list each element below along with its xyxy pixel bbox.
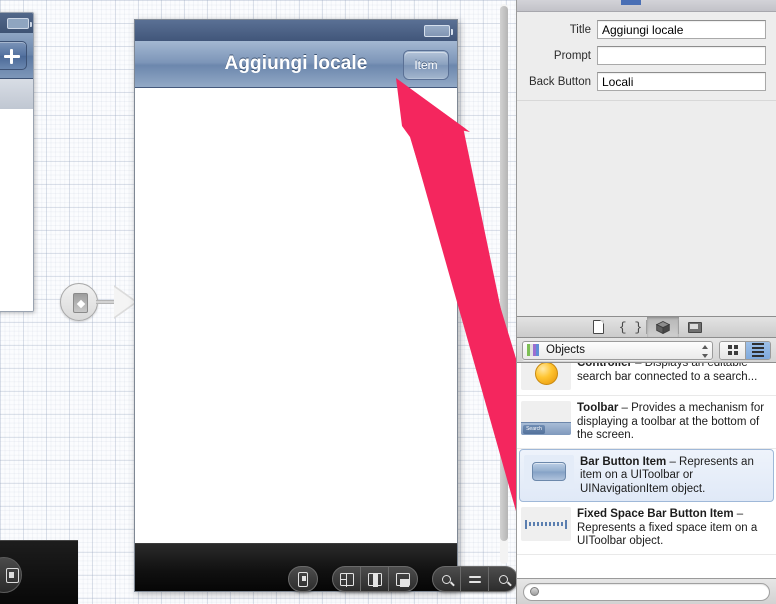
canvas-scrollbar-thumb[interactable]	[500, 6, 508, 541]
list-item-title: Controller	[577, 363, 632, 369]
list-item-dash: –	[631, 363, 645, 369]
magnifier-icon	[530, 587, 539, 596]
navigation-bar-title: Aggiungi locale	[224, 53, 368, 74]
film-icon	[687, 321, 702, 333]
code-snippet-library-tab[interactable]: { }	[615, 317, 647, 337]
view-controller-icon	[73, 293, 88, 313]
add-button[interactable]	[0, 41, 27, 70]
view-controller-scene[interactable]: Aggiungi locale Item	[134, 19, 458, 592]
toolbar-icon	[521, 401, 571, 435]
list-item[interactable]: Fixed Space Bar Button Item – Represents…	[517, 502, 776, 555]
list-item-title: Toolbar	[577, 402, 619, 414]
list-item[interactable]: Bar Button Item – Represents an item on …	[519, 448, 774, 502]
view-controller-content-view[interactable]	[135, 88, 457, 543]
media-library-tab[interactable]	[677, 317, 711, 337]
segue-source-circle[interactable]	[60, 283, 98, 321]
device-orientation-group[interactable]	[288, 566, 318, 592]
list-item-text: Bar Button Item – Represents an item on …	[580, 455, 767, 497]
list-item-description: Represents a fixed space item on a UIToo…	[577, 521, 758, 548]
list-item-title: Bar Button Item	[580, 455, 667, 468]
simulated-status-bar	[135, 20, 457, 41]
split-view-group[interactable]	[332, 566, 418, 592]
inspector-selected-tab-marker	[621, 0, 641, 5]
library-category-label: Objects	[546, 344, 585, 356]
braces-icon: { }	[618, 319, 643, 335]
list-item-text: Toolbar – Provides a mechanism for displ…	[577, 401, 770, 443]
list-item-text: Controller – Displays an editable search…	[577, 363, 770, 384]
list-view-icon[interactable]	[745, 341, 770, 359]
library-search-field[interactable]	[523, 582, 770, 601]
inspector-label-back-button: Back Button	[528, 75, 591, 88]
object-library-tab[interactable]	[645, 317, 679, 337]
grid-view-icon[interactable]	[720, 341, 745, 359]
document-icon	[593, 320, 604, 334]
objects-swatch-icon	[527, 344, 541, 356]
cube-icon	[655, 320, 670, 334]
library-chooser-bar[interactable]: Objects	[517, 338, 776, 363]
attributes-inspector[interactable]: Title Prompt Back Button	[517, 12, 776, 98]
zoom-actual-size-icon[interactable]	[461, 567, 489, 591]
library-category-select[interactable]: Objects	[522, 340, 713, 360]
battery-icon	[7, 18, 32, 29]
dark-bottom-strip	[0, 540, 78, 604]
list-item-text: Fixed Space Bar Button Item – Represents…	[577, 507, 770, 549]
segue-line	[96, 300, 116, 304]
zoom-group[interactable]	[432, 566, 516, 592]
list-item-dash: –	[618, 402, 632, 414]
split-view-right-icon[interactable]	[389, 567, 417, 591]
partial-scene-band	[0, 79, 33, 109]
file-template-library-tab[interactable]	[583, 317, 615, 337]
partial-scene-left[interactable]	[0, 12, 34, 312]
utilities-area[interactable]: Title Prompt Back Button { }	[516, 0, 776, 604]
bar-button-item-icon	[524, 454, 574, 489]
fixed-space-icon	[521, 507, 571, 541]
list-item-dash: –	[666, 455, 680, 468]
split-view-center-icon[interactable]	[361, 567, 389, 591]
list-item[interactable]: Toolbar – Provides a mechanism for displ…	[517, 396, 776, 449]
library-view-toggle[interactable]	[719, 340, 771, 360]
library-object-list[interactable]: Controller – Displays an editable search…	[517, 363, 776, 578]
speaker-icon[interactable]	[0, 557, 22, 593]
list-item-title: Fixed Space Bar Button Item	[577, 508, 734, 520]
battery-icon	[424, 25, 453, 37]
inspector-header	[517, 0, 776, 12]
sphere-icon	[521, 363, 571, 390]
chevron-updown-icon	[701, 344, 708, 358]
device-orientation-icon[interactable]	[289, 567, 317, 591]
zoom-in-icon[interactable]	[489, 567, 516, 591]
partial-scene-status-bar	[0, 13, 33, 33]
inspector-label-prompt: Prompt	[553, 49, 591, 62]
zoom-out-icon[interactable]	[433, 567, 461, 591]
inspector-field-back-button[interactable]: Back Button	[517, 72, 766, 91]
canvas-vertical-scrollbar[interactable]	[500, 4, 508, 564]
storyboard-canvas[interactable]: Aggiungi locale Item	[0, 0, 516, 604]
navigation-bar[interactable]: Aggiungi locale Item	[135, 41, 457, 88]
list-item-dash: –	[733, 508, 744, 520]
library-search-bar[interactable]	[517, 578, 776, 604]
list-item[interactable]: Controller – Displays an editable search…	[517, 363, 776, 396]
library-tab-bar[interactable]: { }	[517, 316, 776, 338]
inspector-field-prompt[interactable]: Prompt	[517, 46, 766, 65]
partial-scene-body	[0, 109, 33, 311]
split-view-left-icon[interactable]	[333, 567, 361, 591]
prompt-input[interactable]	[597, 46, 766, 65]
inspector-empty-area	[517, 100, 776, 316]
search-input[interactable]	[543, 585, 763, 598]
back-button-input[interactable]	[597, 72, 766, 91]
bar-button-item[interactable]: Item	[404, 51, 448, 79]
inspector-label-title: Title	[569, 23, 591, 36]
inspector-field-title[interactable]: Title	[517, 20, 766, 39]
title-input[interactable]	[597, 20, 766, 39]
canvas-toolbar[interactable]	[288, 566, 516, 592]
partial-scene-navigation-bar	[0, 33, 33, 79]
